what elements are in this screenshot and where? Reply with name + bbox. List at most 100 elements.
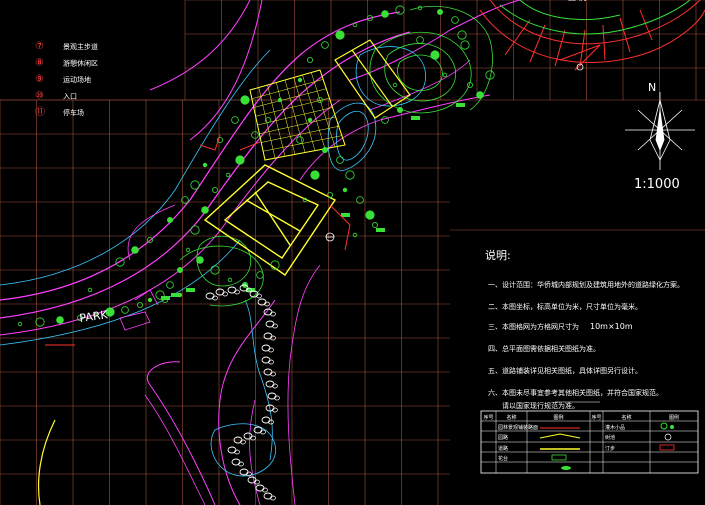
tree-symbol	[436, 8, 443, 15]
tree-symbol	[131, 246, 139, 254]
note-line-4: 四、总平面图需依据相关图纸为准。	[488, 344, 600, 353]
shrub-block	[161, 296, 170, 300]
tree-symbol	[321, 146, 328, 153]
tree-symbol	[190, 180, 200, 190]
tree-symbols	[17, 5, 495, 327]
table-header: 序号	[591, 414, 601, 421]
table-cell: 花台	[498, 455, 508, 462]
legend-table-title: 图 例	[568, 0, 587, 2]
tree-symbol	[35, 317, 45, 327]
table-cell: 园林景观铺装路面	[498, 424, 538, 431]
park-label: PARK	[79, 308, 110, 325]
red-details	[199, 44, 601, 251]
tree-symbol	[190, 225, 200, 235]
tree-symbol	[392, 82, 398, 88]
tree-symbol	[211, 186, 218, 193]
site-plan-drawing: ⑦ 景观主步道 ⑧ 游憩休闲区 ⑨ 运动场地 ⑩ 入口 ⑪ 停车场 N 1:1000 PARK 说…	[0, 0, 705, 505]
shrub-block	[411, 116, 420, 120]
tree-symbol	[240, 95, 250, 105]
tree-symbol	[352, 22, 358, 28]
scale-text: 1:1000	[634, 177, 680, 192]
table-cell: 园路	[498, 434, 508, 441]
tree-symbol	[310, 170, 320, 180]
note-line-5: 五、道路铺装详见相关图纸，具体详图另行设计。	[488, 366, 642, 375]
tree-symbol	[202, 162, 208, 168]
tree-symbol	[87, 287, 93, 293]
tree-symbol	[251, 131, 259, 139]
tree-symbol	[166, 216, 173, 223]
tree-symbol	[227, 277, 233, 283]
tree-symbol	[416, 36, 424, 44]
north-label: N	[648, 81, 656, 94]
tree-symbol	[121, 306, 129, 314]
shrub-block	[171, 293, 180, 297]
tree-symbol	[231, 116, 239, 124]
tree-symbol	[335, 30, 345, 40]
tree-symbol	[166, 281, 174, 289]
table-cell: 灌木小品	[605, 424, 625, 431]
tree-symbol	[396, 107, 403, 114]
zone-legend: ⑦ 景观主步道 ⑧ 游憩休闲区 ⑨ 运动场地 ⑩ 入口 ⑪ 停车场	[35, 41, 98, 118]
tree-symbol	[56, 316, 64, 324]
legend-number: ⑦	[35, 41, 44, 52]
tree-symbol	[17, 321, 23, 327]
legend-text: 游憩休闲区	[63, 59, 98, 68]
legend-text: 景观主步道	[63, 42, 98, 51]
shrub-block	[341, 213, 350, 217]
hatch-line	[302, 74, 326, 149]
grid-size: 10m×10m	[590, 322, 633, 331]
tree-symbol	[451, 16, 459, 24]
tree-symbol	[185, 247, 191, 253]
hatch-line	[311, 72, 336, 147]
note-line-3: 三、本图格网为方格网尺寸为	[488, 322, 579, 331]
tree-symbol	[201, 206, 209, 214]
note-line-1: 一、设计范围：华侨城内部规划及建筑用地外的道路绿化方案。	[488, 280, 684, 289]
tree-symbol	[307, 117, 313, 123]
plaza-upper-right	[334, 39, 411, 119]
tree-symbol	[306, 57, 313, 64]
table-cell: 树池	[605, 434, 615, 441]
tree-symbol	[147, 297, 153, 303]
design-notes: 说明: 一、设计范围：华侨城内部规划及建筑用地外的道路绿化方案。 二、本图坐标，…	[485, 248, 684, 410]
table-header: 图例	[669, 414, 679, 421]
tree-symbol	[476, 91, 484, 99]
stepping-stone-path	[205, 284, 280, 501]
table-header: 图例	[553, 414, 563, 421]
tree-symbol	[176, 266, 183, 273]
tree-symbol	[235, 155, 245, 165]
boardwalk-planting	[499, 0, 691, 35]
tree-symbol	[460, 40, 470, 50]
table-header: 序号	[483, 414, 493, 421]
tree-symbol	[256, 271, 264, 279]
legend-text: 入口	[63, 93, 77, 101]
table-header: 名称	[506, 414, 516, 421]
tree-symbol	[296, 136, 304, 144]
table-cell: 道路	[498, 445, 508, 452]
tree-symbol	[356, 196, 364, 204]
tree-symbol	[277, 97, 283, 103]
sports-court	[203, 164, 337, 276]
tree-symbol	[371, 221, 378, 228]
shrub-block	[456, 103, 465, 107]
tree-symbol	[297, 77, 303, 83]
tree-symbol	[345, 170, 355, 180]
tree-symbol	[457, 30, 467, 40]
tree-symbol	[136, 301, 143, 308]
table-header: 名称	[621, 414, 631, 421]
legend-text: 运动场地	[63, 75, 91, 84]
legend-text: 停车场	[63, 108, 84, 117]
tree-symbol	[321, 41, 329, 49]
tree-symbol	[442, 72, 448, 78]
hatch-line	[261, 126, 339, 143]
tree-symbol	[342, 187, 348, 193]
note-line-2: 二、本图坐标，标高单位为米，尺寸单位为毫米。	[488, 302, 642, 311]
tree-symbol	[365, 210, 375, 220]
legend-number: ⑪	[35, 106, 45, 118]
tree-symbol	[225, 172, 231, 178]
tree-symbol	[381, 10, 389, 18]
tree-symbol	[336, 156, 344, 164]
tree-symbol	[395, 5, 405, 15]
note-line-6: 六、本图未尽事宜参考其他相关图纸，并符合国家规范。	[488, 388, 663, 397]
shrub-block	[186, 288, 195, 292]
tree-symbol	[381, 116, 389, 124]
